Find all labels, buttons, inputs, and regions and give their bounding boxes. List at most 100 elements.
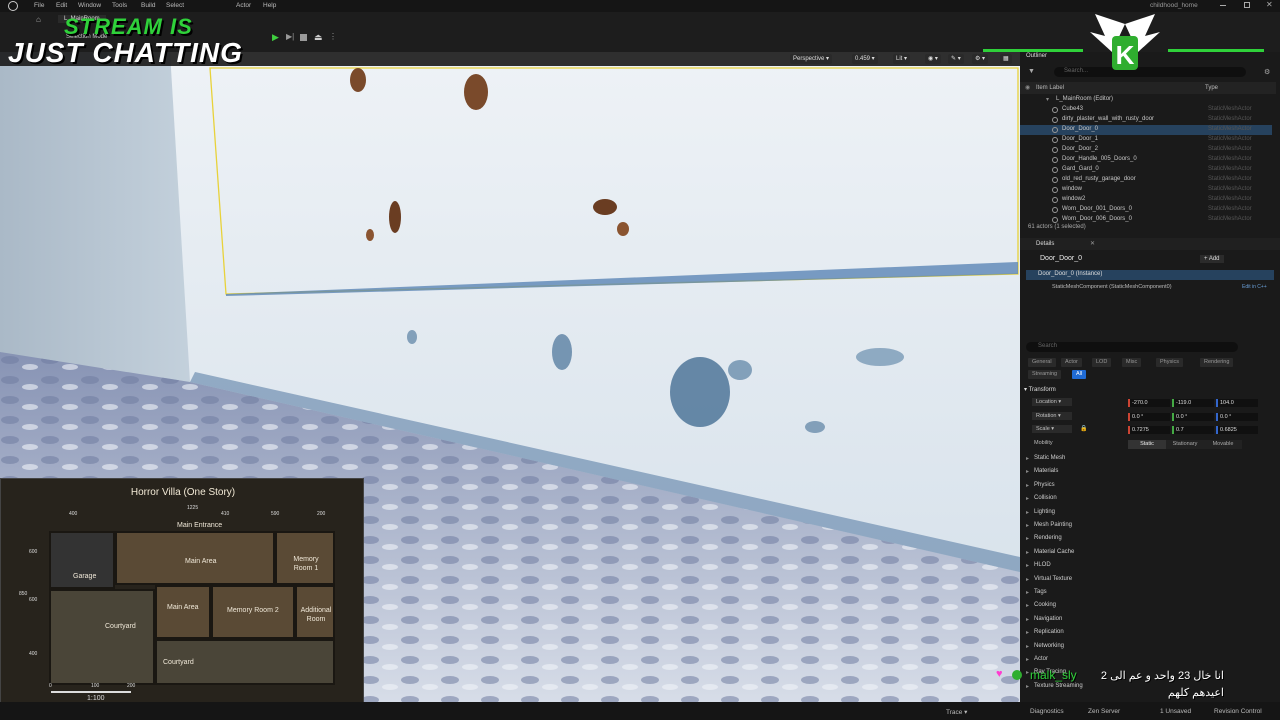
- details-category[interactable]: ▸ Tags: [1026, 587, 1266, 599]
- edit-cpp-link[interactable]: Edit in C++: [1242, 284, 1267, 290]
- fov-value[interactable]: 0.459 ▾: [852, 54, 878, 64]
- location-y-field[interactable]: -119.0: [1172, 399, 1214, 407]
- outliner-tab[interactable]: Outliner: [1026, 53, 1047, 59]
- mobility-static[interactable]: Static: [1128, 440, 1166, 449]
- outliner-row[interactable]: Gard_Gard_0 StaticMeshActor: [1020, 165, 1272, 175]
- rotation-label[interactable]: Rotation ▾: [1032, 412, 1072, 420]
- details-category[interactable]: ▸ Actor: [1026, 654, 1266, 666]
- details-category[interactable]: ▸ Virtual Texture: [1026, 574, 1266, 586]
- close-icon[interactable]: ✕: [1266, 0, 1273, 9]
- layout-icon[interactable]: ▦: [1000, 54, 1012, 64]
- scale-z-field[interactable]: 0.6825: [1216, 426, 1258, 434]
- details-category[interactable]: ▸ Static Mesh: [1026, 453, 1266, 465]
- details-search[interactable]: Search: [1026, 342, 1238, 352]
- scale-lock-icon[interactable]: 🔒: [1080, 425, 1087, 432]
- menu-select[interactable]: Select: [166, 2, 184, 9]
- tab-all[interactable]: All: [1072, 370, 1087, 379]
- details-category[interactable]: ▸ Replication: [1026, 627, 1266, 639]
- visibility-eye-icon[interactable]: ◉: [1025, 84, 1030, 91]
- component-row[interactable]: StaticMeshComponent (StaticMeshComponent…: [1026, 283, 1274, 293]
- menu-actor[interactable]: Actor: [236, 2, 251, 9]
- eject-button[interactable]: ⏏: [314, 32, 323, 43]
- outliner-row[interactable]: Door_Door_1 StaticMeshActor: [1020, 135, 1272, 145]
- diagnostics-button[interactable]: Diagnostics: [1030, 708, 1064, 715]
- menu-window[interactable]: Window: [78, 2, 101, 9]
- stream-overlay-title: STREAM IS JUST CHATTING: [8, 14, 243, 67]
- details-close-icon[interactable]: ✕: [1090, 240, 1095, 247]
- details-category[interactable]: ▸ Lighting: [1026, 507, 1266, 519]
- outliner-item-type: StaticMeshActor: [1208, 116, 1252, 122]
- details-category[interactable]: ▸ Cooking: [1026, 600, 1266, 612]
- details-category[interactable]: ▸ Mesh Painting: [1026, 520, 1266, 532]
- outliner-row[interactable]: window2 StaticMeshActor: [1020, 195, 1272, 205]
- col-item-label[interactable]: Item Label: [1036, 85, 1064, 91]
- revision-control-button[interactable]: Revision Control: [1214, 708, 1262, 715]
- details-category[interactable]: ▸ Networking: [1026, 641, 1266, 653]
- outliner-row[interactable]: window StaticMeshActor: [1020, 185, 1272, 195]
- stop-button[interactable]: [300, 34, 307, 41]
- details-category[interactable]: ▸ Collision: [1026, 493, 1266, 505]
- outliner-row[interactable]: Door_Door_2 StaticMeshActor: [1020, 145, 1272, 155]
- tab-physics[interactable]: Physics: [1156, 358, 1183, 367]
- snap-settings-icon[interactable]: ⚙ ▾: [972, 54, 989, 64]
- perspective-button[interactable]: Perspective ▾: [790, 54, 833, 64]
- details-tab[interactable]: Details: [1036, 241, 1054, 247]
- details-category[interactable]: ▸ Physics: [1026, 480, 1266, 492]
- more-options-icon[interactable]: ⋮: [329, 32, 337, 41]
- outliner-row[interactable]: Cube43 StaticMeshActor: [1020, 105, 1272, 115]
- step-button[interactable]: ▶|: [286, 32, 294, 41]
- outliner-row[interactable]: old_red_rusty_garage_door StaticMeshActor: [1020, 175, 1272, 185]
- tab-misc[interactable]: Misc: [1122, 358, 1142, 367]
- menu-file[interactable]: File: [34, 2, 44, 9]
- menu-build[interactable]: Build: [141, 2, 155, 9]
- minimize-icon[interactable]: [1220, 5, 1226, 6]
- col-type[interactable]: Type: [1205, 85, 1218, 91]
- outliner-root[interactable]: ▾ L_MainRoom (Editor): [1020, 95, 1272, 105]
- outliner-row[interactable]: Worn_Door_001_Doors_0 StaticMeshActor: [1020, 205, 1272, 215]
- outliner-filter-icon[interactable]: ▼: [1028, 68, 1035, 75]
- trace-button[interactable]: Trace ▾: [946, 708, 967, 716]
- tab-streaming[interactable]: Streaming: [1028, 370, 1062, 379]
- rotation-z-field[interactable]: 0.0 °: [1216, 413, 1258, 421]
- unsaved-button[interactable]: 1 Unsaved: [1160, 708, 1191, 715]
- instance-row[interactable]: Door_Door_0 (Instance): [1026, 270, 1274, 280]
- transform-section[interactable]: ▾ Transform: [1024, 386, 1056, 393]
- scale-y-field[interactable]: 0.7: [1172, 426, 1214, 434]
- outliner-settings-icon[interactable]: ⚙: [1264, 68, 1270, 76]
- scale-x-field[interactable]: 0.7275: [1128, 426, 1170, 434]
- outliner-row[interactable]: dirty_plaster_wall_with_rusty_door Static…: [1020, 115, 1272, 125]
- details-category[interactable]: ▸ Materials: [1026, 466, 1266, 478]
- play-button[interactable]: ▶: [272, 32, 279, 43]
- location-z-field[interactable]: 104.0: [1216, 399, 1258, 407]
- transform-tools-icon[interactable]: ✎ ▾: [948, 54, 964, 64]
- menu-tools[interactable]: Tools: [112, 2, 127, 9]
- details-category[interactable]: ▸ Rendering: [1026, 533, 1266, 545]
- tab-lod[interactable]: LOD: [1092, 358, 1112, 367]
- tab-general[interactable]: General: [1028, 358, 1056, 367]
- unreal-logo-icon[interactable]: [8, 1, 18, 11]
- location-x-field[interactable]: -270.0: [1128, 399, 1170, 407]
- outliner-row[interactable]: Door_Door_0 StaticMeshActor: [1020, 125, 1272, 135]
- scale-label[interactable]: Scale ▾: [1032, 425, 1072, 433]
- rotation-x-field[interactable]: 0.0 °: [1128, 413, 1170, 421]
- details-category[interactable]: ▸ HLOD: [1026, 560, 1266, 572]
- outliner-item-type: StaticMeshActor: [1208, 186, 1252, 192]
- outliner-row[interactable]: Door_Handle_005_Doors_0 StaticMeshActor: [1020, 155, 1272, 165]
- details-category[interactable]: ▸ Navigation: [1026, 614, 1266, 626]
- details-filter-tabs: General Actor LOD Misc Physics Rendering…: [1028, 358, 1278, 382]
- show-flags-icon[interactable]: ◉ ▾: [925, 54, 941, 64]
- mobility-movable[interactable]: Movable: [1204, 440, 1242, 449]
- details-category[interactable]: ▸ Material Cache: [1026, 547, 1266, 559]
- view-mode-button[interactable]: Lit ▾: [893, 54, 911, 64]
- mobility-stationary[interactable]: Stationary: [1166, 440, 1204, 449]
- rotation-y-field[interactable]: 0.0 °: [1172, 413, 1214, 421]
- zen-server-button[interactable]: Zen Server: [1088, 708, 1120, 715]
- menu-help[interactable]: Help: [263, 2, 276, 9]
- menu-edit[interactable]: Edit: [56, 2, 67, 9]
- map-title: Horror Villa (One Story): [130, 487, 236, 498]
- tab-actor[interactable]: Actor: [1061, 358, 1082, 367]
- maximize-icon[interactable]: [1244, 2, 1250, 8]
- tab-rendering[interactable]: Rendering: [1200, 358, 1234, 367]
- add-component-button[interactable]: + Add: [1200, 255, 1224, 263]
- location-label[interactable]: Location ▾: [1032, 398, 1072, 406]
